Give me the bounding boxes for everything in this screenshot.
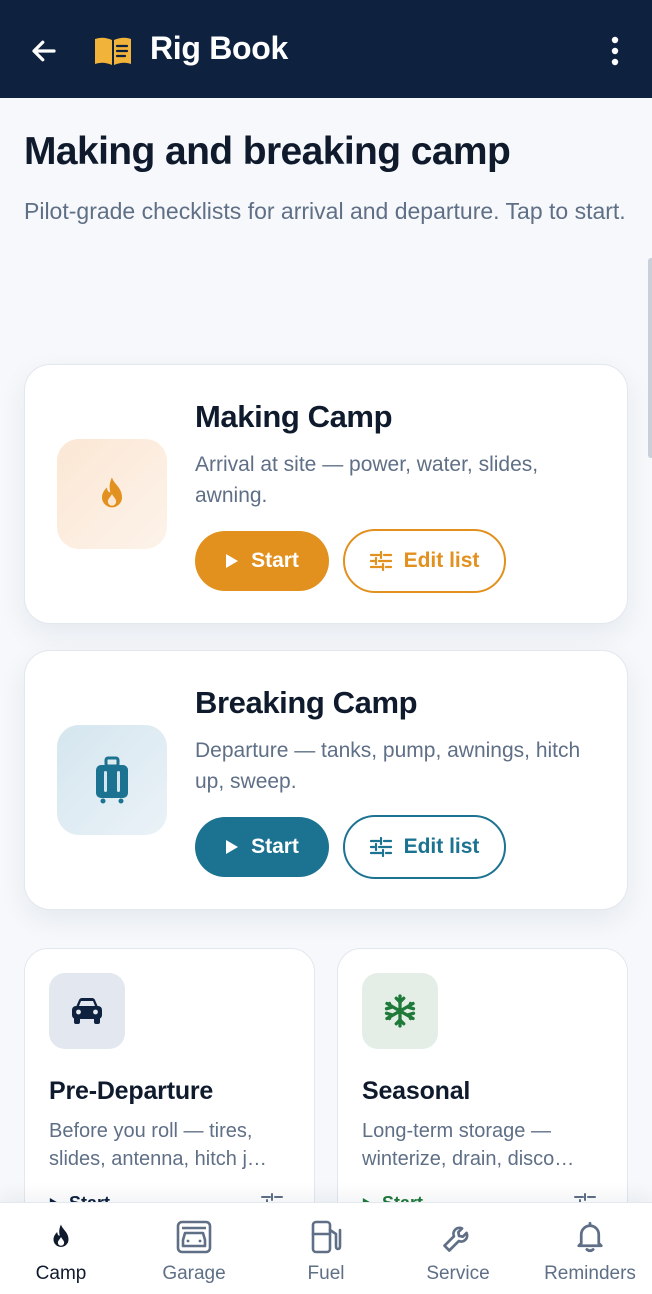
play-icon [226,840,239,854]
snowflake-icon [362,973,438,1049]
nav-label: Service [426,1263,490,1284]
edit-list-button[interactable]: Edit list [343,529,506,593]
card-description: Before you roll — tires, slides, antenna… [49,1117,299,1173]
fuel-pump-icon [306,1217,346,1257]
nav-item-camp[interactable]: Camp [0,1217,126,1291]
nav-label: Camp [35,1263,87,1284]
start-button[interactable]: Start [195,817,329,877]
tune-icon [369,551,392,571]
more-vertical-icon[interactable] [600,32,630,70]
start-button[interactable]: Start [195,531,329,591]
card-title: Seasonal [362,1077,471,1105]
card-description: Departure — tanks, pump, awnings, hitch … [195,739,581,793]
nav-item-fuel[interactable]: Fuel [261,1217,391,1291]
nav-item-garage[interactable]: Garage [129,1217,259,1291]
play-icon [226,554,239,568]
arrow-left-icon[interactable] [26,33,62,69]
luggage-icon [57,725,167,835]
card-description: Arrival at site — power, water, slides, … [195,453,539,507]
app-title: Rig Book [150,30,289,66]
pre-departure-card[interactable]: Pre-Departure Before you roll — tires, s… [24,948,315,1238]
nav-item-service[interactable]: Service [393,1217,523,1291]
garage-icon [174,1217,214,1257]
edit-label: Edit list [403,549,480,572]
card-description-line: winterize, drain, disco… [362,1148,575,1170]
page-title: Making and breaking camp [24,130,511,173]
nav-item-reminders[interactable]: Reminders [525,1217,652,1291]
wrench-icon [438,1217,478,1257]
seasonal-card[interactable]: Seasonal Long-term storage — winterize, … [337,948,628,1238]
making-camp-card[interactable]: Making Camp Arrival at site — power, wat… [24,364,628,624]
edit-label: Edit list [403,835,480,858]
nav-label: Reminders [544,1263,636,1284]
scroll-indicator[interactable] [648,258,652,458]
card-description-line: Long-term storage — [362,1120,551,1142]
nav-label: Fuel [307,1263,345,1284]
open-book-icon [92,33,134,69]
card-description-line: Before you roll — tires, [49,1120,253,1142]
flame-icon [41,1217,81,1257]
edit-list-button[interactable]: Edit list [343,815,506,879]
tune-icon [369,837,392,857]
breaking-camp-card[interactable]: Breaking Camp Departure — tanks, pump, a… [24,650,628,910]
app-bar: Rig Book [0,0,652,98]
flame-icon [57,439,167,549]
card-description: Long-term storage — winterize, drain, di… [362,1117,612,1173]
card-title: Making Camp [195,399,393,434]
bottom-navigation: Camp Garage Fuel Service Reminders [0,1202,652,1294]
card-title: Pre-Departure [49,1077,214,1105]
start-label: Start [251,549,299,572]
card-description-line: slides, antenna, hitch j… [49,1148,267,1170]
car-icon [49,973,125,1049]
bell-icon [570,1217,610,1257]
page-subtitle: Pilot-grade checklists for arrival and d… [24,198,626,224]
start-label: Start [251,835,299,858]
card-title: Breaking Camp [195,685,418,720]
nav-label: Garage [162,1263,226,1284]
